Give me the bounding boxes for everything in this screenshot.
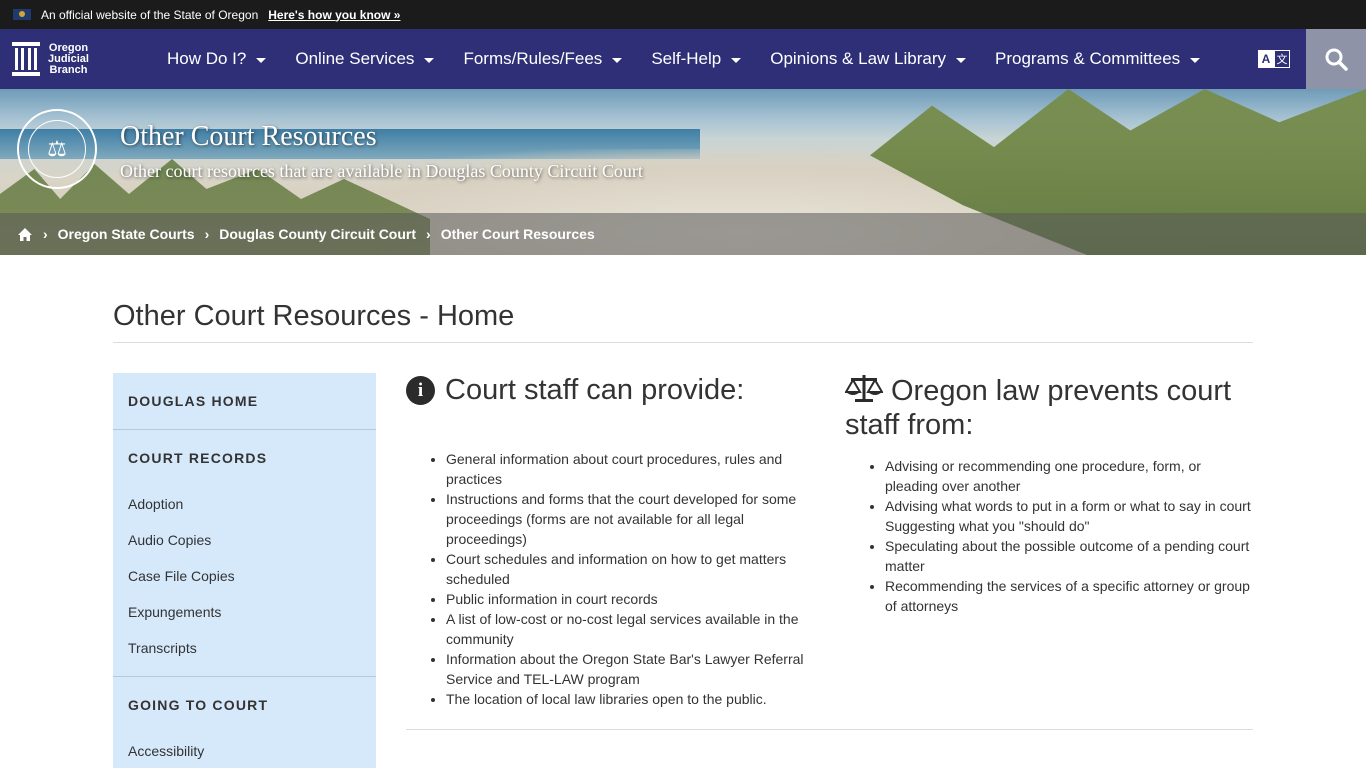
list-item: Court schedules and information on how t…	[446, 549, 816, 589]
sidebar-item-douglas-home[interactable]: DOUGLAS HOME	[113, 373, 376, 429]
translate-button[interactable]: A 文	[1258, 50, 1290, 68]
list-item: A list of low-cost or no-cost legal serv…	[446, 609, 816, 649]
nav-forms-rules-fees[interactable]: Forms/Rules/Fees	[463, 49, 623, 69]
list-item: Information about the Oregon State Bar's…	[446, 649, 816, 689]
list-item: General information about court procedur…	[446, 449, 816, 489]
sidebar-item-audio-copies[interactable]: Audio Copies	[113, 522, 376, 558]
chevron-right-icon: ›	[426, 226, 431, 242]
chevron-down-icon	[731, 57, 742, 63]
list-item: Public information in court records	[446, 589, 816, 609]
home-icon[interactable]	[17, 227, 33, 242]
sidebar-item-transcripts[interactable]: Transcripts	[113, 630, 376, 666]
chevron-down-icon	[612, 57, 623, 63]
breadcrumb-current: Other Court Resources	[440, 226, 595, 242]
court-staff-can-provide-section: i Court staff can provide: General infor…	[406, 373, 816, 709]
nav-self-help[interactable]: Self-Help	[651, 49, 742, 69]
hero-title: Other Court Resources	[120, 121, 377, 152]
nav-menu: How Do I? Online Services Forms/Rules/Fe…	[167, 29, 1229, 89]
sidebar-heading-court-records[interactable]: COURT RECORDS	[113, 430, 376, 486]
pillar-icon	[12, 42, 40, 76]
nav-opinions-law-library[interactable]: Opinions & Law Library	[770, 49, 966, 69]
list-item: Advising or recommending one procedure, …	[885, 456, 1255, 496]
divider	[406, 729, 1253, 730]
search-icon	[1325, 48, 1348, 71]
chevron-down-icon	[424, 57, 435, 63]
sidebar-heading-going-to-court[interactable]: GOING TO COURT	[113, 677, 376, 733]
hero-banner: ⚖ Other Court Resources Other court reso…	[0, 89, 1366, 255]
chevron-right-icon: ›	[204, 226, 210, 242]
official-banner: An official website of the State of Oreg…	[0, 0, 1366, 29]
list-item: The location of local law libraries open…	[446, 689, 816, 709]
section-heading: i Court staff can provide:	[406, 373, 816, 407]
hero-subtitle: Other court resources that are available…	[120, 161, 643, 181]
sidebar-item-adoption[interactable]: Adoption	[113, 486, 376, 522]
balance-scale-icon	[845, 375, 883, 402]
nav-how-do-i[interactable]: How Do I?	[167, 49, 267, 69]
law-prevents-section: Oregon law prevents court staff from: Ad…	[845, 373, 1255, 616]
chevron-down-icon	[1190, 57, 1201, 63]
oregon-flag-icon	[13, 9, 31, 20]
main-nav: Oregon Judicial Branch How Do I? Online …	[0, 29, 1366, 89]
list-item: Advising what words to put in a form or …	[885, 496, 1255, 536]
ojd-logo[interactable]: Oregon Judicial Branch	[0, 42, 167, 76]
list-item: Instructions and forms that the court de…	[446, 489, 816, 549]
prevents-list: Advising or recommending one procedure, …	[885, 456, 1255, 616]
judicial-department-seal-icon: ⚖	[17, 109, 97, 189]
breadcrumb: › Oregon State Courts › Douglas County C…	[0, 213, 1366, 255]
nav-programs-committees[interactable]: Programs & Committees	[995, 49, 1201, 69]
divider	[113, 342, 1253, 343]
provide-list: General information about court procedur…	[446, 449, 816, 709]
section-heading: Oregon law prevents court staff from:	[845, 375, 1232, 441]
sidebar-item-accessibility[interactable]: Accessibility	[113, 733, 376, 768]
nav-online-services[interactable]: Online Services	[295, 49, 435, 69]
list-item: Recommending the services of a specific …	[885, 576, 1255, 616]
chevron-down-icon	[956, 57, 966, 63]
translate-icon: A	[1258, 50, 1274, 68]
search-button[interactable]	[1306, 29, 1366, 89]
heres-how-you-know-link[interactable]: Here's how you know »	[268, 8, 400, 22]
breadcrumb-oregon-state-courts[interactable]: Oregon State Courts	[58, 226, 195, 242]
sidebar-item-expungements[interactable]: Expungements	[113, 594, 376, 630]
breadcrumb-douglas-county[interactable]: Douglas County Circuit Court	[219, 226, 416, 242]
sidebar-item-case-file-copies[interactable]: Case File Copies	[113, 558, 376, 594]
official-text: An official website of the State of Oreg…	[41, 7, 259, 22]
sidebar: DOUGLAS HOME COURT RECORDS Adoption Audi…	[113, 373, 376, 768]
info-icon: i	[406, 376, 435, 405]
page-title: Other Court Resources - Home	[113, 300, 515, 332]
chevron-right-icon: ›	[43, 226, 48, 242]
list-item: Speculating about the possible outcome o…	[885, 536, 1255, 576]
chevron-down-icon	[256, 57, 267, 63]
logo-text: Oregon Judicial Branch	[48, 41, 89, 76]
